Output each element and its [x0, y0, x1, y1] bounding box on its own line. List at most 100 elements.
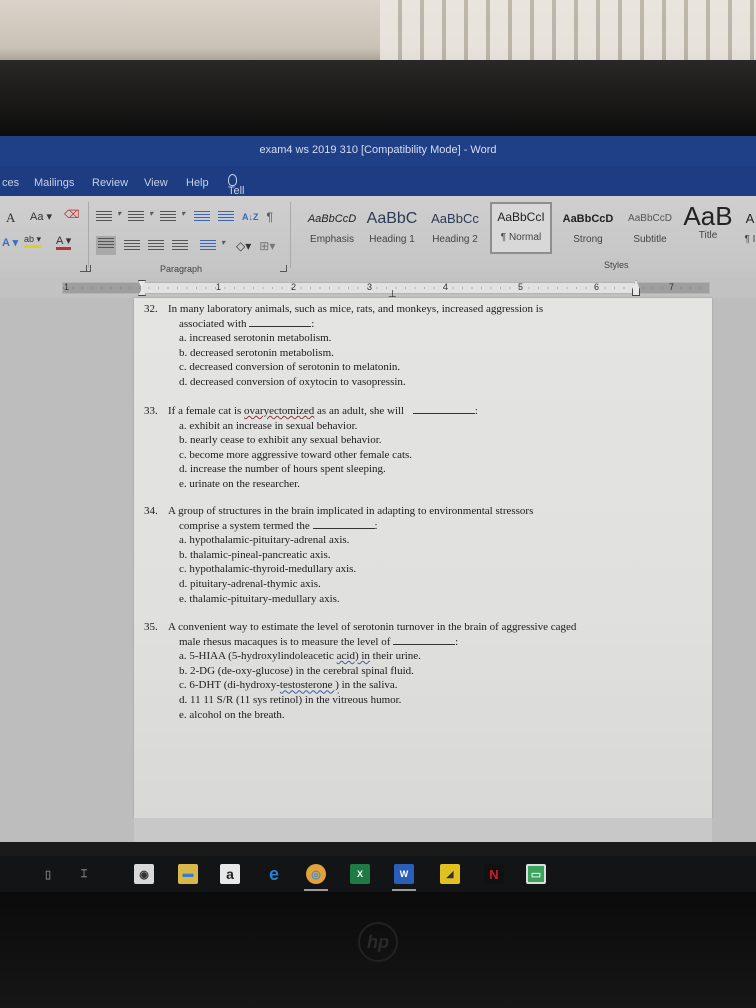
style-name: Subtitle	[633, 234, 667, 245]
line-spacing-icon[interactable]	[200, 238, 225, 252]
question-35: 35. A convenient way to estimate the lev…	[144, 620, 704, 722]
answer-blank	[249, 318, 312, 327]
style-sample: AaB	[683, 201, 733, 231]
ruler-number: 7	[669, 282, 675, 292]
grammar-flag[interactable]: testosterone )	[280, 679, 339, 691]
highlight-label: ab	[24, 234, 35, 244]
answer-blank	[312, 520, 375, 529]
answer-option: c. 6-DHT (di-hydroxy-testosterone ) in t…	[144, 678, 704, 693]
tab-help[interactable]: Help	[186, 177, 209, 189]
clear-formatting-icon[interactable]: ⌫	[64, 208, 80, 221]
menu-bar: ces Mailings Review View Help Tell me wh…	[0, 166, 756, 269]
chrome-icon[interactable]: ◎	[306, 864, 326, 884]
change-case-button[interactable]: Aa ▾	[30, 210, 52, 223]
task-view-icon[interactable]: ⌶	[74, 864, 94, 884]
style-title[interactable]: AaB Title	[682, 200, 734, 248]
style-heading-1[interactable]: AaBbC Heading 1	[362, 206, 422, 254]
horizontal-ruler: 1 1 2 3 4 5 6 7 ⊥	[0, 278, 756, 300]
font-color-label: A	[56, 235, 63, 247]
question-stem: 33. If a female cat is ovaryectomized as…	[144, 404, 704, 419]
justify-icon[interactable]	[172, 239, 188, 252]
ruler-number: 5	[518, 282, 524, 292]
style-sample: AaBbCcD	[628, 213, 672, 224]
tab-mailings[interactable]: Mailings	[34, 177, 74, 189]
highlight-button[interactable]: ab ▾	[24, 234, 42, 248]
style-sample: AaBbCc	[431, 211, 479, 226]
style-normal[interactable]: AaBbCcI ¶ Normal	[490, 202, 552, 254]
hp-logo: hp	[358, 922, 398, 962]
style-subtitle[interactable]: AaBbCcD Subtitle	[622, 206, 678, 254]
paragraph-dialog-launcher[interactable]	[280, 265, 287, 272]
change-case-label: Aa	[30, 211, 44, 223]
stem-text: associated with	[179, 317, 247, 330]
align-left-button[interactable]	[96, 236, 116, 255]
styles-gallery: AaBbCcD Emphasis AaBbC Heading 1 AaBbCc …	[296, 200, 756, 256]
style-heading-2[interactable]: AaBbCc Heading 2	[426, 206, 484, 254]
grow-font-button[interactable]: A	[6, 210, 15, 226]
font-color-button[interactable]: A ▾	[56, 234, 72, 250]
window-title: exam4 ws 2019 310 [Compatibility Mode] -…	[259, 144, 497, 156]
grammar-flag[interactable]: acid) in	[337, 650, 370, 662]
show-formatting-marks-icon[interactable]: ¶	[267, 210, 273, 224]
microphone-icon[interactable]: ▯	[38, 864, 58, 884]
stem-pre: If a female cat is	[168, 405, 245, 417]
stem-post: as an adult, she will	[314, 405, 405, 417]
document-page[interactable]: 32. In many laboratory animals, such as …	[134, 298, 712, 818]
tab-view[interactable]: View	[144, 177, 168, 189]
sticky-notes-icon[interactable]: ◢	[440, 864, 460, 884]
style-sample: AaBbC	[366, 210, 418, 227]
answer-option: b. 2-DG (de-oxy-glucose) in the cerebral…	[179, 664, 414, 677]
word-icon[interactable]: W	[394, 864, 414, 884]
ribbon-separator	[290, 202, 291, 268]
paragraph-left-launcher[interactable]	[84, 265, 91, 272]
align-right-icon[interactable]	[148, 239, 164, 252]
answer-option: e. alcohol on the breath.	[179, 708, 285, 721]
answer-option: a. 5-HIAA (5-hydroxylindoleacetic acid) …	[144, 649, 704, 664]
align-center-icon[interactable]	[124, 239, 140, 252]
ruler-number: 1	[64, 282, 70, 292]
ribbon-separator	[88, 202, 89, 268]
multilevel-list-icon[interactable]	[160, 209, 185, 223]
ruler-bar[interactable]: 1 1 2 3 4 5 6 7 ⊥	[62, 280, 710, 300]
edge-icon[interactable]: e	[264, 864, 284, 884]
style-next[interactable]: A ¶ I	[740, 206, 756, 254]
word-running-indicator	[392, 889, 416, 891]
bullets-icon[interactable]	[96, 209, 121, 223]
answer-option: a. exhibit an increase in sexual behavio…	[179, 419, 358, 432]
answer-blank	[412, 405, 475, 414]
stem-text: If a female cat is ovaryectomized as an …	[168, 404, 704, 419]
text-effects-button[interactable]: A ▾	[2, 236, 18, 249]
answer-option: e. urinate on the researcher.	[179, 477, 300, 490]
style-emphasis[interactable]: AaBbCcD Emphasis	[304, 206, 360, 254]
tab-review[interactable]: Review	[92, 177, 128, 189]
question-32: 32. In many laboratory animals, such as …	[144, 302, 704, 390]
style-strong[interactable]: AaBbCcD Strong	[558, 206, 618, 254]
shading-icon[interactable]: ◇▾	[236, 239, 251, 253]
stem-text: comprise a system termed the	[179, 519, 310, 532]
monitor-bezel-top	[0, 60, 756, 136]
option-text: in the saliva.	[338, 679, 398, 692]
numbering-icon[interactable]	[128, 209, 153, 223]
style-sample: AaBbCcD	[562, 213, 614, 225]
camera-icon[interactable]: ◉	[134, 864, 154, 884]
green-app-icon[interactable]: ▭	[526, 864, 546, 884]
sort-icon[interactable]: A↓Z	[242, 212, 259, 222]
style-name: Heading 2	[432, 234, 478, 245]
excel-icon[interactable]: X	[350, 864, 370, 884]
stem-text: In many laboratory animals, such as mice…	[168, 303, 544, 315]
ribbon: A Aa ▾ ⌫ A ▾ ab ▾ A ▾ A↓Z ¶ ◇▾ ⊞▾ Paragr…	[0, 196, 756, 278]
question-stem: 35. A convenient way to estimate the lev…	[144, 620, 704, 635]
file-explorer-icon[interactable]: ▬	[178, 864, 198, 884]
stem-end: :	[311, 317, 315, 330]
amazon-icon[interactable]: a	[220, 864, 240, 884]
increase-indent-icon[interactable]	[218, 211, 234, 223]
tell-me-search[interactable]: Tell me what you want to do	[228, 174, 251, 269]
tab-references[interactable]: ces	[2, 177, 19, 189]
ruler-number: 1	[216, 282, 222, 292]
netflix-icon[interactable]: N	[484, 864, 504, 884]
borders-icon[interactable]: ⊞▾	[259, 239, 275, 253]
style-name: ¶ Normal	[500, 232, 542, 243]
title-bar: exam4 ws 2019 310 [Compatibility Mode] -…	[0, 136, 756, 166]
decrease-indent-icon[interactable]	[194, 211, 210, 223]
spelling-error[interactable]: ovaryectomized	[244, 405, 314, 417]
